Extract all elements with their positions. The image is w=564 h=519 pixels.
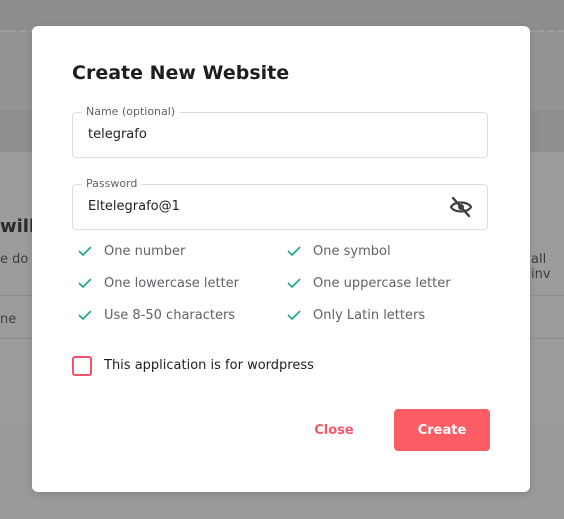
create-button[interactable]: Create xyxy=(394,409,490,451)
wordpress-checkbox-label[interactable]: This application is for wordpress xyxy=(104,358,314,373)
check-icon xyxy=(287,310,301,321)
hide-password-icon[interactable] xyxy=(449,196,473,218)
check-icon xyxy=(78,278,92,289)
password-input-value[interactable]: Eltelegrafo@1 xyxy=(88,199,180,214)
check-icon xyxy=(287,278,301,289)
password-field[interactable]: Password Eltelegrafo@1 xyxy=(72,177,488,230)
backdrop-heading: will xyxy=(0,216,36,237)
rule-lowercase: One lowercase letter xyxy=(104,276,240,291)
backdrop-text: e do xyxy=(0,252,29,267)
check-icon xyxy=(78,310,92,321)
rule-length: Use 8-50 characters xyxy=(104,308,236,323)
check-icon xyxy=(287,246,301,257)
wordpress-checkbox[interactable] xyxy=(72,356,92,376)
backdrop-text: all inv xyxy=(531,252,551,282)
password-field-label: Password xyxy=(82,177,142,191)
rule-uppercase: One uppercase letter xyxy=(313,276,451,291)
rule-one-symbol: One symbol xyxy=(313,244,391,259)
close-button[interactable]: Close xyxy=(300,410,368,450)
dialog-title: Create New Website xyxy=(72,62,290,84)
rule-one-number: One number xyxy=(104,244,186,259)
name-field[interactable]: Name (optional) telegrafo xyxy=(72,105,488,158)
check-icon xyxy=(78,246,92,257)
rule-latin-letters: Only Latin letters xyxy=(313,308,426,323)
backdrop-row-text: ne xyxy=(0,312,17,327)
name-field-label: Name (optional) xyxy=(82,105,180,119)
create-website-dialog: Create New Website Name (optional) teleg… xyxy=(32,26,530,492)
name-input-value[interactable]: telegrafo xyxy=(88,127,147,142)
